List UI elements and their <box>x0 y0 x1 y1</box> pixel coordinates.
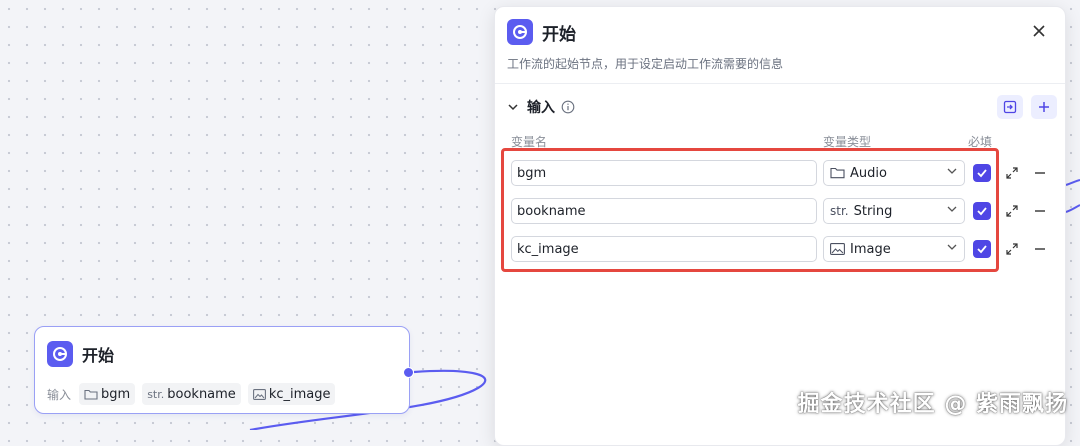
expand-icon[interactable] <box>1003 164 1021 182</box>
required-checkbox[interactable] <box>973 164 991 182</box>
variable-type-value: String <box>853 203 893 219</box>
start-node-header: 开始 <box>47 341 114 367</box>
chevron-down-icon <box>946 165 958 181</box>
variable-type-select[interactable]: Audio <box>823 160 965 186</box>
variable-name-input[interactable] <box>511 198 817 224</box>
start-node-title: 开始 <box>82 346 115 365</box>
chip-label: bgm <box>101 386 131 402</box>
chip-label: kc_image <box>268 386 331 402</box>
remove-variable-icon[interactable] <box>1031 164 1049 182</box>
input-chip-kc-image: kc_image <box>247 383 336 405</box>
chevron-down-icon <box>946 241 958 257</box>
node-config-panel: 开始 工作流的起始节点，用于设定启动工作流需要的信息 输入 变量名 变量类型 必… <box>494 6 1066 446</box>
panel-description: 工作流的起始节点，用于设定启动工作流需要的信息 <box>507 57 784 71</box>
column-header-name: 变量名 <box>511 135 548 149</box>
panel-title: 开始 <box>542 24 576 45</box>
image-icon <box>830 243 845 255</box>
divider <box>495 83 1065 84</box>
variable-row: str. String <box>503 198 1059 224</box>
chip-label: bookname <box>167 386 236 402</box>
start-node-inputs: 输入 bgm str. bookname kc_image <box>47 383 342 405</box>
chevron-down-icon[interactable] <box>507 101 519 113</box>
input-chip-bookname: str. bookname <box>142 383 241 405</box>
string-type-icon: str. <box>830 204 849 218</box>
column-header-type: 变量类型 <box>823 135 872 149</box>
panel-header: 开始 <box>507 19 576 45</box>
variable-type-value: Audio <box>850 165 887 181</box>
watermark: 掘金技术社区 @ 紫雨飘扬 <box>797 392 1068 417</box>
section-title: 输入 <box>527 100 555 116</box>
info-icon[interactable] <box>561 100 575 114</box>
inputs-label: 输入 <box>47 387 72 402</box>
start-node-icon <box>507 19 533 45</box>
image-icon <box>252 388 266 400</box>
required-checkbox[interactable] <box>973 202 991 220</box>
variable-type-value: Image <box>850 241 891 257</box>
remove-variable-icon[interactable] <box>1031 202 1049 220</box>
expand-icon[interactable] <box>1003 240 1021 258</box>
expand-icon[interactable] <box>1003 202 1021 220</box>
required-checkbox[interactable] <box>973 240 991 258</box>
close-icon[interactable] <box>1029 21 1049 41</box>
folder-icon <box>830 167 845 179</box>
remove-variable-icon[interactable] <box>1031 240 1049 258</box>
start-node-icon <box>47 341 73 367</box>
output-port[interactable] <box>403 367 414 378</box>
input-chip-bgm: bgm <box>79 383 136 405</box>
variable-type-select[interactable]: str. String <box>823 198 965 224</box>
add-variable-button[interactable] <box>1031 95 1057 119</box>
variable-row: Audio <box>503 160 1059 186</box>
variable-row: Image <box>503 236 1059 262</box>
variable-name-input[interactable] <box>511 236 817 262</box>
variable-name-input[interactable] <box>511 160 817 186</box>
variable-type-select[interactable]: Image <box>823 236 965 262</box>
inputs-section-header[interactable]: 输入 <box>507 97 575 117</box>
folder-icon <box>84 389 98 400</box>
string-type-icon: str. <box>147 387 165 401</box>
import-variables-button[interactable] <box>997 95 1023 119</box>
start-node-card[interactable]: 开始 输入 bgm str. bookname kc_image <box>34 326 414 414</box>
chevron-down-icon <box>946 203 958 219</box>
column-header-required: 必填 <box>968 135 993 149</box>
